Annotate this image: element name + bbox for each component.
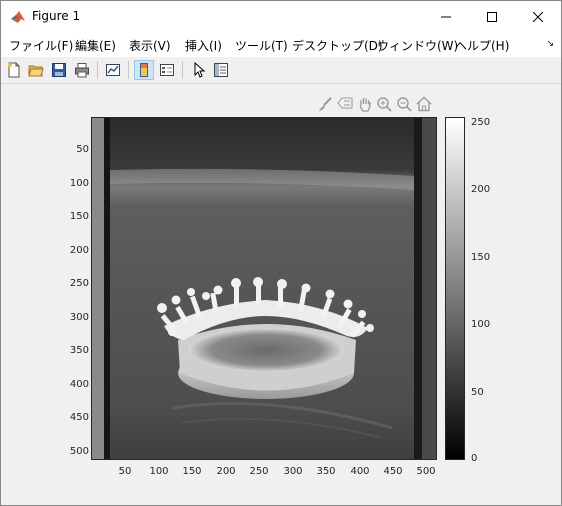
x-tick-label: 500 (416, 466, 436, 477)
y-tick-label: 50 (76, 144, 89, 155)
legend-toggle-button[interactable] (157, 60, 177, 80)
print-button[interactable] (72, 60, 92, 80)
zoom-out-icon (397, 97, 412, 112)
brush-button[interactable] (316, 95, 334, 113)
data-tip-button[interactable] (336, 95, 354, 113)
menu-insert[interactable]: 挿入(I) (185, 37, 222, 54)
colorbar-toggle-icon (140, 63, 148, 77)
image-axes[interactable] (91, 117, 437, 460)
figure-toolbar (1, 57, 561, 84)
minimize-button[interactable] (423, 1, 469, 33)
colorbar[interactable] (445, 117, 465, 460)
pan-button[interactable] (356, 95, 374, 113)
print-icon (75, 63, 89, 78)
save-icon (52, 63, 66, 77)
brush-icon (319, 97, 332, 111)
colorbar-tick-label: 50 (471, 387, 484, 398)
menu-help[interactable]: ヘルプ(H) (455, 37, 509, 54)
toolbar-separator (182, 61, 183, 79)
toolbar-separator (97, 61, 98, 79)
menu-bar: ファイル(F) 編集(E) 表示(V) 挿入(I) ツール(T) デスクトップ(… (1, 33, 561, 57)
property-inspector-button[interactable] (211, 60, 231, 80)
colorbar-tick-label: 250 (471, 117, 491, 128)
y-tick-label: 500 (69, 446, 89, 457)
colorbar-tick-label: 200 (471, 184, 491, 195)
maximize-button[interactable] (469, 1, 515, 33)
home-icon (416, 96, 432, 112)
legend-toggle-icon (160, 64, 174, 76)
close-icon (533, 12, 543, 22)
y-tick-label: 200 (69, 245, 89, 256)
x-tick-label: 200 (216, 466, 236, 477)
x-tick-label: 350 (316, 466, 336, 477)
save-button[interactable] (49, 60, 69, 80)
zoom-in-icon (377, 97, 392, 112)
x-tick-label: 400 (350, 466, 370, 477)
y-tick-label: 100 (69, 178, 89, 189)
y-tick-label: 300 (69, 312, 89, 323)
x-tick-label: 300 (283, 466, 303, 477)
menu-desktop[interactable]: デスクトップ(D) (292, 37, 383, 54)
menu-file[interactable]: ファイル(F) (9, 37, 73, 54)
window-title: Figure 1 (32, 9, 81, 23)
zoom-in-button[interactable] (375, 95, 393, 113)
y-tick-label: 150 (69, 211, 89, 222)
y-tick-label: 400 (69, 379, 89, 390)
edit-plot-cursor-icon (194, 62, 206, 78)
milk-splash-image (92, 118, 436, 459)
x-tick-label: 50 (118, 466, 132, 477)
open-file-button[interactable] (26, 60, 46, 80)
dock-arrow-icon[interactable]: ↘ (546, 39, 554, 49)
menu-tools[interactable]: ツール(T) (235, 37, 288, 54)
y-tick-label: 350 (69, 345, 89, 356)
colorbar-tick-label: 100 (471, 319, 491, 330)
link-plot-icon (106, 64, 120, 76)
new-figure-icon (8, 62, 20, 78)
new-figure-button[interactable] (4, 60, 24, 80)
x-tick-label: 150 (182, 466, 202, 477)
y-tick-label: 450 (69, 412, 89, 423)
toolbar-separator (128, 61, 129, 79)
close-button[interactable] (515, 1, 561, 33)
home-button[interactable] (415, 95, 433, 113)
minimize-icon (441, 16, 451, 18)
figure-window: Figure 1 ファイル(F) 編集(E) 表示(V) 挿入(I) ツール(T… (0, 0, 562, 506)
x-tick-label: 450 (383, 466, 403, 477)
data-tip-icon (337, 97, 353, 109)
property-inspector-icon (214, 63, 228, 77)
zoom-out-button[interactable] (395, 95, 413, 113)
matlab-logo-icon (11, 11, 25, 23)
x-tick-label: 250 (249, 466, 269, 477)
title-bar: Figure 1 (1, 1, 561, 33)
menu-window[interactable]: ウィンドウ(W) (377, 37, 458, 54)
menu-view[interactable]: 表示(V) (129, 37, 171, 54)
maximize-icon (487, 12, 497, 22)
colorbar-toggle-button[interactable] (134, 60, 154, 80)
open-file-icon (28, 65, 44, 77)
pan-hand-icon (359, 98, 371, 112)
menu-edit[interactable]: 編集(E) (75, 37, 116, 54)
colorbar-tick-label: 150 (471, 252, 491, 263)
edit-plot-button[interactable] (189, 60, 209, 80)
colorbar-tick-label: 0 (471, 453, 478, 464)
link-plot-button[interactable] (103, 60, 123, 80)
x-tick-label: 100 (149, 466, 169, 477)
y-tick-label: 250 (69, 278, 89, 289)
